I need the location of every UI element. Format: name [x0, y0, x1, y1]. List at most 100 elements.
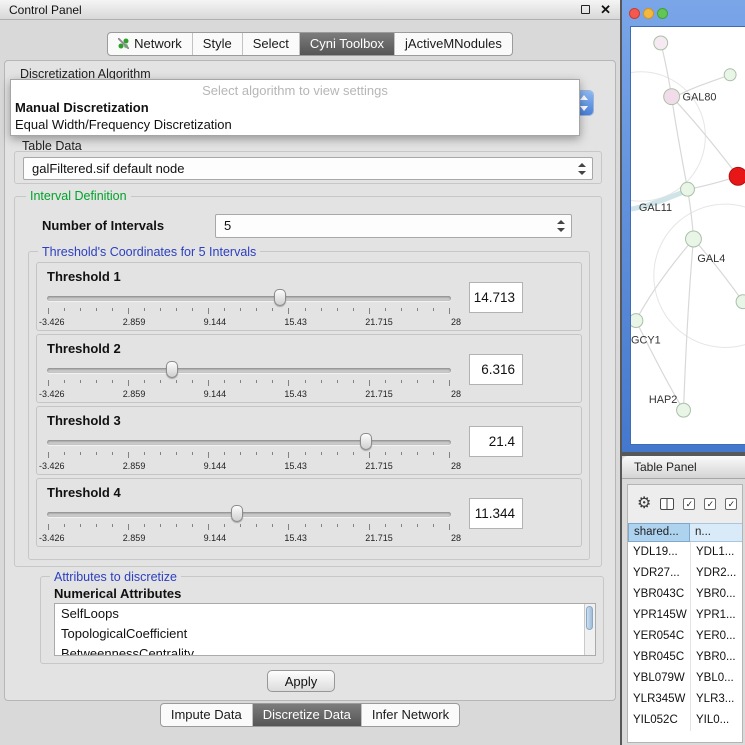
table-row[interactable]: YBR043CYBR0... [628, 584, 742, 605]
checkbox-icon[interactable]: ✓ [725, 498, 737, 510]
slider-thumb[interactable] [360, 433, 372, 450]
apply-button[interactable]: Apply [267, 670, 335, 692]
table-row[interactable]: YPR145WYPR1... [628, 605, 742, 626]
tab-cyni-toolbox[interactable]: Cyni Toolbox [299, 33, 394, 55]
cell-shared-name: YER054C [628, 626, 690, 647]
table-panel-titlebar[interactable]: Table Panel [622, 456, 745, 479]
threshold-label: Threshold 4 [47, 485, 121, 500]
table-row[interactable]: YBR045CYBR0... [628, 647, 742, 668]
tab-label: Infer Network [372, 707, 449, 722]
network-node[interactable] [736, 295, 745, 309]
network-node-gcy1[interactable] [631, 314, 643, 328]
table-data-combo[interactable]: galFiltered.sif default node [23, 157, 593, 180]
top-tabbar: NetworkStyle Select Cyni ToolboxjActiveMNo… [107, 32, 513, 56]
slider-scale: -3.4262.8599.14415.4321.71528 [39, 461, 461, 471]
network-node[interactable] [654, 36, 668, 50]
tab-network[interactable]: Network [108, 33, 192, 55]
thresholds-container: Threshold 1 -3.4262.8599.14415.4321.71528… [36, 262, 582, 550]
zoom-traffic-light-icon[interactable] [657, 8, 668, 19]
list-scrollbar[interactable] [584, 604, 595, 655]
close-icon[interactable]: ✕ [600, 3, 611, 16]
minimize-traffic-light-icon[interactable] [643, 8, 654, 19]
threshold-label: Threshold 1 [47, 269, 121, 284]
network-icon [118, 38, 129, 49]
node-label: GAL80 [683, 92, 717, 104]
table-panel-content: ⚙ ✓ ✓ ✓ shared... n... YDL19...YDL1...YD… [627, 484, 743, 743]
columns-icon[interactable] [660, 498, 674, 510]
tab-select[interactable]: Select [242, 33, 299, 55]
network-canvas[interactable]: GAL80GAL11GAL4GCY1HAP2 [630, 26, 745, 445]
network-node-hap2[interactable] [677, 403, 691, 417]
list-item[interactable]: BetweennessCentrality [55, 644, 595, 656]
number-of-intervals-combo[interactable]: 5 [215, 214, 572, 238]
dropdown-option-manual-discretization[interactable]: Manual Discretization [11, 98, 579, 115]
table-row[interactable]: YDL19...YDL1... [628, 542, 742, 563]
tab-jactivemnodules[interactable]: jActiveMNodules [394, 33, 512, 55]
table-row[interactable]: YBL079WYBL0... [628, 668, 742, 689]
node-label: GAL4 [697, 253, 725, 265]
threshold-value-field[interactable]: 6.316 [469, 354, 523, 385]
tab-discretize-data[interactable]: Discretize Data [252, 704, 361, 726]
network-node-gal80[interactable] [664, 89, 680, 105]
cell-name: YBL0... [690, 668, 742, 689]
window-title: Control Panel [9, 3, 82, 17]
slider-track [47, 512, 451, 517]
slider-thumb[interactable] [166, 361, 178, 378]
network-node-gal4[interactable] [686, 231, 702, 247]
tab-impute-data[interactable]: Impute Data [161, 704, 252, 726]
slider-thumb[interactable] [231, 505, 243, 522]
slider-scale: -3.4262.8599.14415.4321.71528 [39, 389, 461, 399]
screen: Control Panel ✕ NetworkStyle Select Cyni T… [0, 0, 745, 745]
network-edge[interactable] [684, 239, 694, 410]
cell-name: YBR0... [690, 584, 742, 605]
close-traffic-light-icon[interactable] [629, 8, 640, 19]
slider-ticks [48, 452, 450, 459]
network-edge-ring [654, 204, 745, 347]
gear-icon[interactable]: ⚙ [637, 496, 651, 512]
table-row[interactable]: YDR27...YDR2... [628, 563, 742, 584]
threshold-slider[interactable]: -3.4262.8599.14415.4321.71528 [47, 432, 451, 474]
threshold-panel: Threshold 1 -3.4262.8599.14415.4321.71528… [36, 262, 582, 331]
table-panel-window: Table Panel ⚙ ✓ ✓ ✓ shared... n... YDL19… [622, 456, 745, 745]
network-edge[interactable] [693, 239, 743, 302]
column-header-name[interactable]: n... [690, 523, 742, 542]
cell-name: YIL0... [690, 710, 742, 731]
threshold-slider[interactable]: -3.4262.8599.14415.4321.71528 [47, 504, 451, 546]
checkbox-icon[interactable]: ✓ [683, 498, 695, 510]
network-node[interactable] [724, 69, 736, 81]
slider-thumb[interactable] [274, 289, 286, 306]
table-panel-title: Table Panel [634, 460, 697, 474]
control-panel-titlebar[interactable]: Control Panel ✕ [0, 0, 620, 20]
bottom-tabbar-wrap: Impute DataDiscretize Data Infer Network [0, 703, 620, 727]
cell-shared-name: YBL079W [628, 668, 690, 689]
table-row[interactable]: YIL052CYIL0... [628, 710, 742, 731]
network-edge[interactable] [636, 239, 693, 321]
numerical-attributes-list[interactable]: SelfLoopsTopologicalCoefficientBetweenne… [54, 603, 596, 656]
network-node-gal11[interactable] [681, 182, 695, 196]
cell-shared-name: YDR27... [628, 563, 690, 584]
dropdown-option-equal-width-frequency[interactable]: Equal Width/Frequency Discretization [11, 115, 579, 132]
network-node[interactable] [729, 167, 745, 185]
threshold-slider[interactable]: -3.4262.8599.14415.4321.71528 [47, 288, 451, 330]
slider-ticks [48, 380, 450, 387]
threshold-value-field[interactable]: 14.713 [469, 282, 523, 313]
table-row[interactable]: YER054CYER0... [628, 626, 742, 647]
tab-style[interactable]: Style [192, 33, 242, 55]
column-header-shared[interactable]: shared... [628, 523, 690, 542]
slider-track [47, 440, 451, 445]
float-window-icon[interactable] [581, 5, 590, 14]
checkbox-icon[interactable]: ✓ [704, 498, 716, 510]
list-item[interactable]: SelfLoops [55, 604, 595, 624]
threshold-slider[interactable]: -3.4262.8599.14415.4321.71528 [47, 360, 451, 402]
node-label: GCY1 [631, 334, 661, 346]
combo-stepper-icon [578, 162, 587, 176]
cell-shared-name: YPR145W [628, 605, 690, 626]
threshold-value-field[interactable]: 21.4 [469, 426, 523, 457]
number-of-intervals-label: Number of Intervals [42, 218, 164, 233]
tab-label: Select [253, 36, 289, 51]
list-item[interactable]: TopologicalCoefficient [55, 624, 595, 644]
control-panel-window: Control Panel ✕ NetworkStyle Select Cyni T… [0, 0, 620, 745]
tab-infer-network[interactable]: Infer Network [361, 704, 459, 726]
table-row[interactable]: YLR345WYLR3... [628, 689, 742, 710]
threshold-value-field[interactable]: 11.344 [469, 498, 523, 529]
